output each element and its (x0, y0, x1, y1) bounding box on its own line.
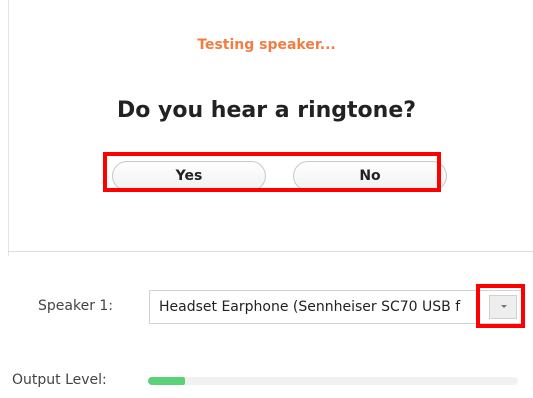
question-heading: Do you hear a ringtone? (116, 98, 417, 123)
speaker-test-panel: Testing speaker... Do you hear a rington… (0, 0, 533, 398)
dropdown-highlight-box (476, 284, 525, 328)
output-level-label: Output Level: (12, 372, 107, 388)
speaker-select-value: Headset Earphone (Sennheiser SC70 USB f (159, 299, 461, 315)
output-level-fill (148, 377, 185, 385)
section-divider (8, 251, 533, 252)
speaker-select[interactable]: Headset Earphone (Sennheiser SC70 USB f (149, 290, 523, 324)
output-level-meter (148, 377, 518, 385)
buttons-highlight-box (103, 152, 441, 192)
status-text: Testing speaker... (197, 37, 336, 53)
speaker-label: Speaker 1: (38, 298, 114, 314)
